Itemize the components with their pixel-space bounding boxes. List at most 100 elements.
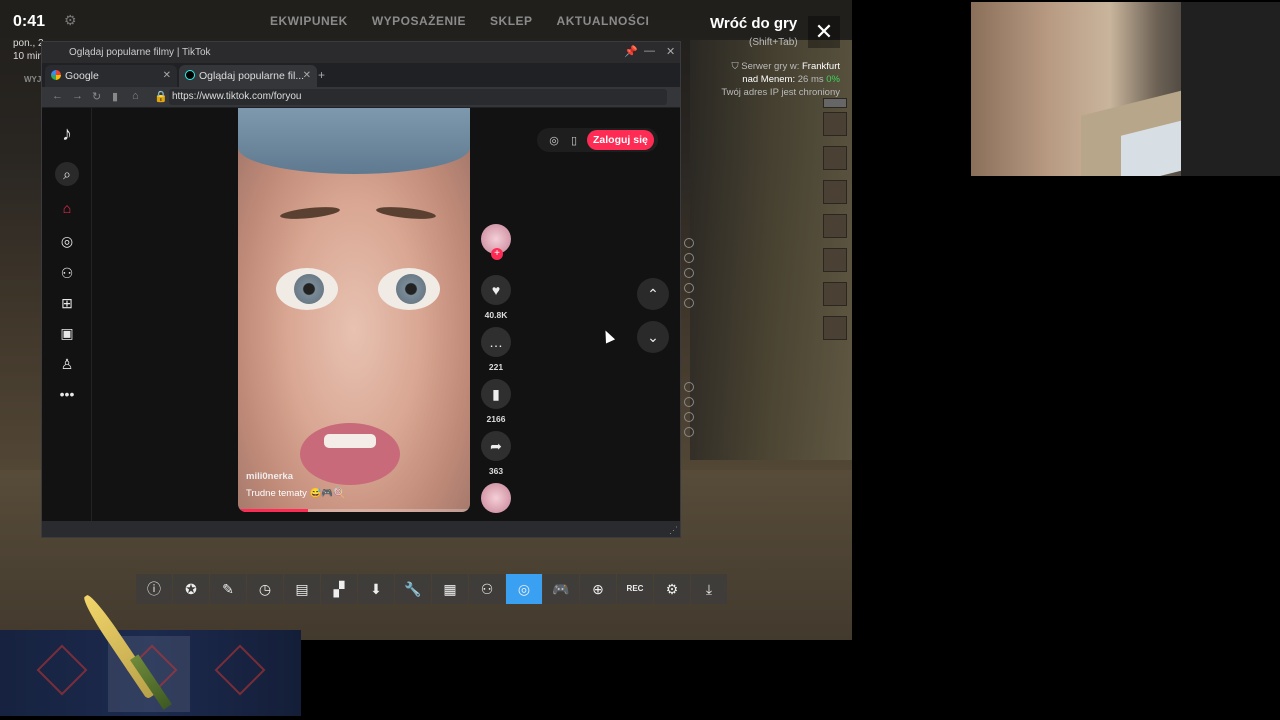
bookmark-icon[interactable]: ▮ [481, 379, 511, 409]
browser-statusbar: ⋰ [42, 521, 680, 537]
video-caption: Trudne tematy 😅🎮🍭 [246, 488, 346, 499]
weapon-slot[interactable] [196, 636, 278, 712]
record-button[interactable]: REC [617, 574, 653, 604]
video-progress-fill [238, 509, 308, 512]
video-progress-bar[interactable] [238, 509, 470, 512]
collapse-icon[interactable]: ⤓ [691, 574, 727, 604]
tab-tiktok[interactable]: Oglądaj popularne fil... ✕ [179, 65, 317, 87]
server-city: Frankfurt [801, 61, 840, 72]
latency-value: 26 ms [797, 74, 824, 85]
download-icon[interactable]: ⬇ [358, 574, 394, 604]
resize-grip-icon[interactable]: ⋰ [669, 525, 678, 536]
browser-titlebar[interactable]: Oglądaj popularne filmy | TikTok 📌 — ✕ [42, 42, 680, 63]
hud-left-label: WYJ [24, 75, 42, 84]
browser-compass-icon[interactable]: ◎ [506, 574, 542, 604]
friends-icon[interactable]: ⚇ [469, 574, 505, 604]
player-avatar [823, 214, 847, 238]
tiktok-top-actions: ◎ ▯ Zaloguj się [537, 128, 658, 152]
next-video-button[interactable]: ⌄ [637, 321, 669, 353]
weapon-slot[interactable] [18, 636, 100, 712]
profile-icon[interactable]: ♙ [55, 352, 79, 376]
home-icon[interactable]: ⌂ [132, 90, 139, 102]
device-icon[interactable]: ▯ [567, 134, 581, 147]
wrench-icon[interactable]: 🔧 [395, 574, 431, 604]
save-count: 2166 [486, 414, 506, 424]
lock-icon: 🔒 [154, 91, 168, 103]
heart-icon[interactable]: ♥ [481, 275, 511, 305]
browser-window: Oglądaj popularne filmy | TikTok 📌 — ✕ G… [41, 41, 681, 538]
upload-icon[interactable]: ⊞ [55, 291, 79, 315]
google-icon [51, 70, 61, 80]
tab-label: Google [65, 70, 99, 82]
close-icon[interactable]: ✕ [666, 45, 675, 58]
player-avatar [823, 248, 847, 272]
hud-session-time: 10 min [13, 51, 44, 62]
video-brow [279, 204, 341, 222]
following-icon[interactable]: ⚇ [55, 261, 79, 285]
tab-close-icon[interactable]: ✕ [303, 70, 311, 81]
screenshot-icon[interactable]: ▦ [432, 574, 468, 604]
achievements-icon[interactable]: ✪ [173, 574, 209, 604]
player-avatar [823, 282, 847, 306]
packet-loss-value: 0% [826, 74, 840, 85]
music-disc-avatar[interactable] [481, 483, 511, 513]
guide-icon[interactable]: ▤ [284, 574, 320, 604]
tab-close-icon[interactable]: ✕ [163, 70, 171, 81]
browser-tabbar: Google ✕ Oglądaj popularne fil... ✕ + [42, 63, 680, 87]
player-list [823, 98, 847, 350]
url-input[interactable]: https://www.tiktok.com/foryou [169, 89, 667, 105]
address-bar-row: ← → ↻ ▮ ⌂ 🔒 https://www.tiktok.com/foryo… [42, 87, 680, 107]
video-beanie [238, 108, 470, 174]
gear-icon[interactable]: ⚙ [64, 12, 77, 29]
video-teeth [324, 434, 376, 448]
nav-ekwipunek[interactable]: EKWIPUNEK [270, 14, 348, 28]
like-count: 40.8K [484, 310, 508, 320]
login-button[interactable]: Zaloguj się [587, 130, 654, 150]
clock-icon[interactable]: ◷ [247, 574, 283, 604]
follow-plus-icon[interactable]: + [491, 248, 503, 260]
explore-icon[interactable]: ◎ [55, 229, 79, 253]
live-icon[interactable]: ▣ [55, 321, 79, 345]
controller-icon[interactable]: 🎮 [543, 574, 579, 604]
previous-video-button[interactable]: ⌃ [637, 278, 669, 310]
video-player[interactable]: mili0nerka Trudne tematy 😅🎮🍭 [238, 108, 470, 512]
globe-icon[interactable]: ⊕ [580, 574, 616, 604]
tab-google[interactable]: Google ✕ [45, 65, 177, 87]
screen: 0:41 ⚙ pon., 2 10 min WYJ EKWIPUNEK WYPO… [0, 0, 1280, 720]
new-tab-button[interactable]: + [318, 68, 325, 82]
pin-icon[interactable]: 📌 [624, 45, 638, 58]
overlay-toolbar: ⓘ ✪ ✎ ◷ ▤ ▞ ⬇ 🔧 ▦ ⚇ ◎ 🎮 ⊕ REC ⚙ ⤓ [136, 574, 727, 604]
video-lips [300, 423, 400, 485]
minimize-icon[interactable]: — [644, 45, 655, 57]
back-arrow-icon[interactable]: ← [52, 90, 63, 102]
ip-protected-note: Twój adres IP jest chroniony [721, 87, 840, 98]
home-icon[interactable]: ⌂ [55, 196, 79, 220]
search-icon[interactable]: ⌕ [55, 162, 79, 186]
tab-label: Oglądaj popularne fil... [199, 70, 305, 82]
mouse-cursor [600, 328, 616, 344]
settings-gear-icon[interactable]: ⚙ [654, 574, 690, 604]
reload-icon[interactable]: ↻ [92, 90, 101, 103]
pencil-icon[interactable]: ✎ [210, 574, 246, 604]
tiktok-logo-icon[interactable]: ♪ [55, 122, 79, 146]
nav-aktualnosci[interactable]: AKTUALNOŚCI [557, 14, 650, 28]
forward-arrow-icon[interactable]: → [72, 90, 83, 102]
back-to-game-title[interactable]: Wróć do gry [710, 15, 797, 32]
player-avatar [823, 180, 847, 204]
more-icon[interactable]: ••• [55, 382, 79, 406]
nav-sklep[interactable]: SKLEP [490, 14, 533, 28]
close-overlay-button[interactable]: ✕ [808, 16, 840, 48]
webcam-monitor [1181, 2, 1280, 176]
coin-icon[interactable]: ◎ [547, 134, 561, 147]
video-username[interactable]: mili0nerka [246, 471, 293, 482]
player-avatar [823, 98, 847, 108]
hud-date: pon., 2 [13, 38, 44, 49]
share-icon[interactable]: ➦ [481, 431, 511, 461]
chat-icon[interactable]: ▞ [321, 574, 357, 604]
bookmark-icon[interactable]: ▮ [112, 90, 118, 103]
comment-icon[interactable]: … [481, 327, 511, 357]
info-icon[interactable]: ⓘ [136, 574, 172, 604]
server-info: ⛉ Serwer gry w: Frankfurt nad Menem: 26 … [700, 60, 840, 99]
nav-wyposazenie[interactable]: WYPOSAŻENIE [372, 14, 466, 28]
video-brow [375, 204, 437, 222]
